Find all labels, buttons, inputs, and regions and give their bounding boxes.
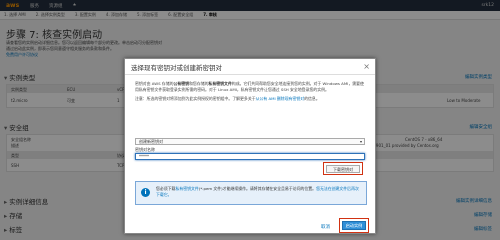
chevron-down-icon: ▾ <box>359 139 362 144</box>
select-value: 创建新密钥对 <box>139 139 163 144</box>
text: 密钥对由 AWS 存储的 <box>135 81 174 86</box>
download-highlight: 下载密钥对 <box>323 162 363 175</box>
download-key-pair-button[interactable]: 下载密钥对 <box>326 165 360 173</box>
info-alert: i 您必须下载私有密钥文件(*.pem 文件)才能继续操作。请将其存储在安全且易… <box>135 181 367 205</box>
launch-highlight: 启动实例 <box>339 218 369 233</box>
dialog-body: 密钥对由 AWS 存储的公有密钥和您存储的私有密钥文件构成。它们共同帮助您安全地… <box>135 81 367 102</box>
text-link: 私有密钥文件 <box>175 186 199 191</box>
remove-key-pair-link[interactable]: 从公有 AMI 删除现有密钥对 <box>256 96 305 101</box>
text: 和您存储的 <box>189 81 209 86</box>
text: (*.pem 文件)才能继续操作。请将其存储在安全且易于访问的位置。 <box>198 186 317 191</box>
cancel-button[interactable]: 取消 <box>321 224 330 230</box>
key-pair-description: 密钥对由 AWS 存储的公有密钥和您存储的私有密钥文件构成。它们共同帮助您安全地… <box>135 81 367 92</box>
key-pair-note: 注意：所选的密钥对将添加到为此实例授权的密钥组中。了解更多关于从公有 AMI 删… <box>135 96 367 102</box>
text: 注意：所选的密钥对将添加到为此实例授权的密钥组中。了解更多关于 <box>135 96 256 101</box>
text-bold: 私有密钥文件 <box>208 81 232 86</box>
key-pair-name-input[interactable]: ***** <box>135 153 365 160</box>
text-bold: 公有密钥 <box>173 81 190 86</box>
close-icon[interactable]: × <box>363 62 370 71</box>
info-icon: i <box>141 188 150 197</box>
key-pair-dialog: 选择现有密钥对或创建新密钥对 × 密钥对由 AWS 存储的公有密钥和您存储的私有… <box>124 58 376 234</box>
dialog-header: 选择现有密钥对或创建新密钥对 <box>125 59 375 75</box>
info-text: 您必须下载私有密钥文件(*.pem 文件)才能继续操作。请将其存储在安全且易于访… <box>156 186 362 197</box>
launch-instance-button[interactable]: 启动实例 <box>342 221 366 230</box>
key-pair-option-select[interactable]: 创建新密钥对 ▾ <box>135 138 365 145</box>
text: 您必须下载 <box>156 186 176 191</box>
dialog-title: 选择现有密钥对或创建新密钥对 <box>131 63 222 72</box>
text: 的信息。 <box>304 96 320 101</box>
